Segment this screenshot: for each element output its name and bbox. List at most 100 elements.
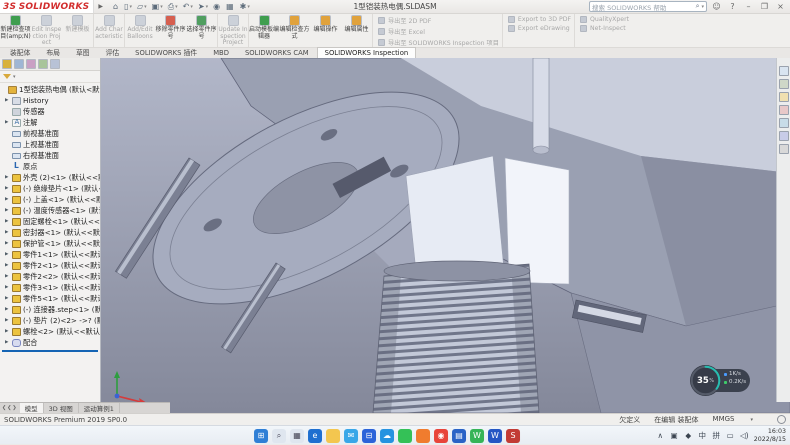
- export-menu-item[interactable]: Export to 3D PDF: [508, 16, 571, 23]
- panel-tab-icon[interactable]: [14, 59, 24, 69]
- quick-access-button[interactable]: ▯▾: [122, 1, 134, 13]
- login-icon[interactable]: ☺: [710, 2, 723, 11]
- quick-access-button[interactable]: ▱▾: [135, 1, 149, 13]
- taskbar-icon[interactable]: [326, 429, 340, 443]
- taskbar-icon[interactable]: ⌕: [272, 429, 286, 443]
- expand-arrow-icon[interactable]: ▶: [5, 241, 12, 246]
- ribbon-tab[interactable]: SOLIDWORKS Inspection: [317, 47, 417, 58]
- dropdown-caret[interactable]: ▾: [247, 4, 250, 10]
- taskbar-icon[interactable]: S: [506, 429, 520, 443]
- quick-access-button[interactable]: ▦: [224, 1, 237, 13]
- tree-item[interactable]: ▶ 配合: [0, 337, 100, 348]
- expand-arrow-icon[interactable]: ▶: [5, 120, 12, 125]
- expand-arrow-icon[interactable]: ▶: [5, 219, 12, 224]
- task-pane-icon[interactable]: [779, 118, 789, 128]
- taskbar-icon[interactable]: [398, 429, 412, 443]
- taskbar-icon[interactable]: e: [308, 429, 322, 443]
- tree-item[interactable]: 原点: [0, 161, 100, 172]
- menu-flyout-arrow[interactable]: ▶: [94, 3, 107, 10]
- panel-tab-icon[interactable]: [2, 59, 12, 69]
- solidworks-logo[interactable]: 3S SOLIDWORKS: [0, 0, 94, 13]
- task-pane-icon[interactable]: [779, 92, 789, 102]
- dropdown-caret[interactable]: ▾: [129, 4, 132, 10]
- dropdown-caret[interactable]: ▾: [160, 4, 163, 10]
- tab-scroll-arrows[interactable]: ❮❮❯: [0, 405, 20, 411]
- taskbar-icon[interactable]: ✉: [344, 429, 358, 443]
- rollback-bar[interactable]: [2, 350, 98, 352]
- tray-icon[interactable]: ∧: [656, 430, 665, 441]
- tag-icon[interactable]: [777, 415, 786, 424]
- expand-arrow-icon[interactable]: ▶: [5, 208, 12, 213]
- tree-item[interactable]: ▶ 外壳 (2)<1> (默认<<默认>_显示状: [0, 172, 100, 183]
- tray-icon[interactable]: 中: [698, 430, 707, 441]
- taskbar-icon[interactable]: [416, 429, 430, 443]
- dropdown-caret[interactable]: ▾: [175, 4, 178, 10]
- quick-access-button[interactable]: ↶▾: [181, 1, 195, 13]
- dropdown-caret[interactable]: ▾: [144, 4, 147, 10]
- filter-caret-icon[interactable]: ▾: [13, 74, 16, 80]
- search-icon[interactable]: ⌕: [696, 2, 700, 11]
- tree-item[interactable]: ▶ 零件1<1> (默认<<默认>_显示状态: [0, 249, 100, 260]
- document-tab[interactable]: 运动算例1: [79, 403, 120, 413]
- tree-item[interactable]: ▶ (-) 连接器.step<1> (默认<<默认>: [0, 304, 100, 315]
- taskbar-icon[interactable]: ▤: [452, 429, 466, 443]
- tray-icon[interactable]: ◁): [740, 430, 749, 441]
- minimize-button[interactable]: –: [742, 2, 755, 11]
- tree-item[interactable]: ▶ 零件5<1> (默认<<默认>_显示状态: [0, 293, 100, 304]
- expand-arrow-icon[interactable]: ▶: [5, 98, 12, 103]
- expand-arrow-icon[interactable]: ▶: [5, 263, 12, 268]
- ribbon-button[interactable]: 选择零件序号: [186, 14, 217, 47]
- ribbon-tab[interactable]: 草图: [68, 45, 98, 58]
- ribbon-button[interactable]: 编辑检查方式: [279, 14, 310, 47]
- tree-item[interactable]: ▶ History: [0, 95, 100, 106]
- task-pane-icon[interactable]: [779, 79, 789, 89]
- ribbon-button[interactable]: Add Characteristic: [93, 14, 124, 47]
- dropdown-caret[interactable]: ▾: [206, 4, 209, 10]
- tree-item[interactable]: 右视基准面: [0, 150, 100, 161]
- task-pane-icon[interactable]: [779, 144, 789, 154]
- taskbar-clock[interactable]: 16:03 2022/8/15: [754, 428, 788, 442]
- tree-item[interactable]: 传感器: [0, 106, 100, 117]
- tree-item[interactable]: 前视基准面: [0, 128, 100, 139]
- expand-arrow-icon[interactable]: ▶: [5, 296, 12, 301]
- tree-item[interactable]: ▶ (-) 上盖<1> (默认<<默认>_显示状: [0, 194, 100, 205]
- expand-arrow-icon[interactable]: ▶: [5, 318, 12, 323]
- performance-overlay-widget[interactable]: 35% 1K/s 0.2K/s: [690, 365, 752, 396]
- tree-item[interactable]: ▶ 零件2<1> (默认<<默认>_显示状: [0, 260, 100, 271]
- panel-tab-icon[interactable]: [38, 59, 48, 69]
- document-tab[interactable]: 模型: [20, 403, 44, 413]
- tree-item[interactable]: ▶ 零件2<2> (默认<<默认>_显示状: [0, 271, 100, 282]
- taskbar-icon[interactable]: ◉: [434, 429, 448, 443]
- help-button[interactable]: ?: [726, 2, 739, 11]
- ribbon-tab[interactable]: 装配体: [2, 45, 38, 58]
- taskbar-icon[interactable]: W: [488, 429, 502, 443]
- ribbon-button[interactable]: Edit Inspection Project: [31, 14, 62, 47]
- expand-arrow-icon[interactable]: ▶: [5, 340, 12, 345]
- ribbon-tab[interactable]: SOLIDWORKS 插件: [127, 45, 205, 58]
- tray-icon[interactable]: ▣: [670, 430, 679, 441]
- quality-menu-item[interactable]: QualityXpert: [580, 16, 629, 23]
- tree-item[interactable]: 上视基准面: [0, 139, 100, 150]
- 3d-model[interactable]: [101, 58, 790, 413]
- tree-item[interactable]: ▶ (-) 绝缘垫片<1> (默认<<默认>_显: [0, 183, 100, 194]
- tree-item[interactable]: ▶ 注解: [0, 117, 100, 128]
- tree-filter-bar[interactable]: ▾: [0, 71, 100, 83]
- task-pane-icon[interactable]: [779, 105, 789, 115]
- tree-item[interactable]: ▶ 螺栓<2> (默认<<默认>_显示状态: [0, 326, 100, 337]
- quick-access-button[interactable]: ⎙▾: [166, 1, 180, 13]
- search-caret-icon[interactable]: ▾: [701, 4, 704, 10]
- tray-icon[interactable]: ▭: [726, 430, 735, 441]
- quick-access-button[interactable]: ▣▾: [150, 1, 165, 13]
- expand-arrow-icon[interactable]: ▶: [5, 230, 12, 235]
- taskbar-icon[interactable]: W: [470, 429, 484, 443]
- expand-arrow-icon[interactable]: ▶: [5, 285, 12, 290]
- panel-tab-icon[interactable]: [26, 59, 36, 69]
- document-tab[interactable]: 3D 视图: [44, 403, 79, 413]
- tree-item[interactable]: ▶ 密封器<1> (默认<<默认>_显示状: [0, 227, 100, 238]
- export-menu-item[interactable]: 导出至 Excel: [378, 27, 499, 36]
- search-input[interactable]: 搜索 SOLIDWORKS 帮助 ⌕ ▾: [589, 1, 707, 12]
- graphics-viewport[interactable]: [101, 58, 790, 413]
- tree-item[interactable]: ▶ 保护管<1> (默认<<默认>_显示状态: [0, 238, 100, 249]
- restore-button[interactable]: ❐: [758, 2, 771, 11]
- close-button[interactable]: ×: [774, 2, 787, 11]
